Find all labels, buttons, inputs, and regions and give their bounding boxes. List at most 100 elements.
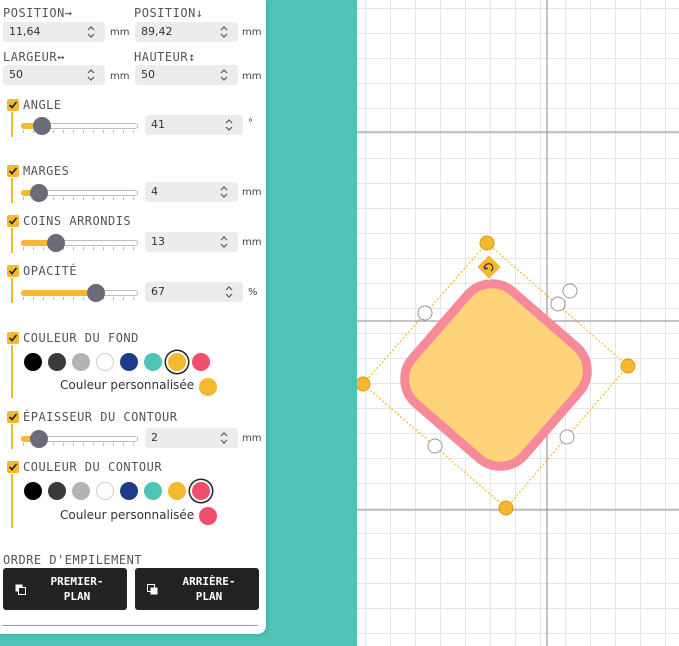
stacking-title: ORDRE D'EMPILEMENT <box>3 553 143 567</box>
fill-color-title: COULEUR DU FOND <box>23 331 139 345</box>
margins-checkbox[interactable] <box>7 165 19 177</box>
corners-value: 13 <box>151 235 165 248</box>
corners-input[interactable]: 13 <box>145 232 238 252</box>
corners-unit: mm <box>242 237 262 248</box>
stroke-color-checkbox[interactable] <box>7 461 19 473</box>
margin-handle[interactable] <box>559 429 575 445</box>
opacity-checkbox[interactable] <box>7 265 19 277</box>
fill-color-checkbox[interactable] <box>7 332 19 344</box>
color-swatch[interactable] <box>192 353 210 371</box>
angle-checkbox[interactable] <box>7 99 19 111</box>
corner-radius-handle[interactable] <box>550 296 566 312</box>
properties-panel: POSITION→ 11,64 mm POSITION↓ 89,42 mm LA… <box>0 0 266 634</box>
stroke-custom-color[interactable] <box>199 507 217 525</box>
color-swatch[interactable] <box>168 482 186 500</box>
color-swatch[interactable] <box>48 482 66 500</box>
color-swatch[interactable] <box>72 353 90 371</box>
color-swatch[interactable] <box>120 353 138 371</box>
check-icon <box>8 267 18 275</box>
bring-front-button[interactable]: PREMIER- PLAN <box>3 568 127 610</box>
canvas-drawing <box>357 0 679 646</box>
color-swatch[interactable] <box>72 482 90 500</box>
check-icon <box>8 217 18 225</box>
margin-handle[interactable] <box>562 283 578 299</box>
chevron-up-down-icon[interactable] <box>219 234 229 250</box>
color-swatch[interactable] <box>144 482 162 500</box>
height-input[interactable]: 50 <box>135 65 238 85</box>
color-swatch[interactable] <box>24 482 42 500</box>
margin-handle[interactable] <box>417 305 433 321</box>
position-x-label: POSITION→ <box>3 6 73 20</box>
stroke-width-input[interactable]: 2 <box>145 428 238 448</box>
chevron-up-down-icon[interactable] <box>219 184 229 200</box>
check-icon <box>8 167 18 175</box>
position-y-value: 89,42 <box>141 25 173 38</box>
height-value: 50 <box>141 68 155 81</box>
margins-slider[interactable] <box>21 184 138 202</box>
chevron-up-down-icon[interactable] <box>224 117 234 133</box>
stroke-width-checkbox[interactable] <box>7 411 19 423</box>
chevron-up-down-icon[interactable] <box>224 284 234 300</box>
angle-value: 41 <box>151 118 165 131</box>
rounded-square[interactable] <box>392 271 601 480</box>
stroke-width-slider[interactable] <box>21 430 138 448</box>
corners-section-line <box>11 228 13 253</box>
design-canvas[interactable] <box>357 0 679 646</box>
resize-handle[interactable] <box>498 500 514 516</box>
margins-title: MARGES <box>23 164 70 178</box>
chevron-up-down-icon[interactable] <box>219 67 229 83</box>
check-icon <box>8 463 18 471</box>
angle-title: ANGLE <box>23 98 62 112</box>
send-back-label: ARRIÈRE- PLAN <box>182 575 236 603</box>
slider-thumb[interactable] <box>30 184 48 202</box>
resize-handle[interactable] <box>620 358 636 374</box>
position-y-unit: mm <box>242 27 262 38</box>
position-x-input[interactable]: 11,64 <box>3 22 105 42</box>
position-y-label: POSITION↓ <box>134 6 204 20</box>
stroke-color-section-line <box>11 474 13 528</box>
chevron-up-down-icon[interactable] <box>219 24 229 40</box>
color-swatch[interactable] <box>24 353 42 371</box>
chevron-up-down-icon[interactable] <box>219 430 229 446</box>
chevron-up-down-icon[interactable] <box>86 67 96 83</box>
resize-handle[interactable] <box>357 376 371 392</box>
width-label: LARGEUR↔ <box>3 50 65 64</box>
resize-handle[interactable] <box>479 235 495 251</box>
angle-slider[interactable] <box>21 117 138 135</box>
fill-custom-color[interactable] <box>199 378 217 396</box>
width-input[interactable]: 50 <box>3 65 105 85</box>
color-swatch[interactable] <box>144 353 162 371</box>
margins-section-line <box>11 178 13 203</box>
color-swatch[interactable] <box>48 353 66 371</box>
stroke-width-unit: mm <box>242 433 262 444</box>
slider-ticks <box>23 247 136 250</box>
slider-thumb[interactable] <box>33 117 51 135</box>
corners-slider[interactable] <box>21 234 138 252</box>
opacity-input[interactable]: 67 <box>145 282 243 302</box>
color-swatch[interactable] <box>96 482 114 500</box>
height-unit: mm <box>242 71 262 82</box>
color-swatch[interactable] <box>120 482 138 500</box>
angle-input[interactable]: 41 <box>145 115 243 135</box>
corners-title: COINS ARRONDIS <box>23 214 132 228</box>
chevron-up-down-icon[interactable] <box>86 24 96 40</box>
bring-front-icon <box>15 584 26 595</box>
rotate-handle-body[interactable] <box>475 253 503 281</box>
position-y-input[interactable]: 89,42 <box>135 22 238 42</box>
slider-thumb[interactable] <box>47 234 65 252</box>
color-swatch[interactable] <box>168 353 186 371</box>
slider-thumb[interactable] <box>87 284 105 302</box>
rotate-handle[interactable] <box>475 253 503 281</box>
color-swatch[interactable] <box>192 482 210 500</box>
fill-color-section-line <box>11 345 13 398</box>
selected-shape[interactable] <box>392 271 601 480</box>
opacity-slider[interactable] <box>21 284 138 302</box>
margins-input[interactable]: 4 <box>145 182 238 202</box>
opacity-title: OPACITÉ <box>23 264 78 278</box>
margin-handle[interactable] <box>427 438 443 454</box>
color-swatch[interactable] <box>96 353 114 371</box>
slider-thumb[interactable] <box>30 430 48 448</box>
send-back-button[interactable]: ARRIÈRE- PLAN <box>135 568 259 610</box>
corners-checkbox[interactable] <box>7 215 19 227</box>
stroke-width-title: ÉPAISSEUR DU CONTOUR <box>23 410 178 424</box>
